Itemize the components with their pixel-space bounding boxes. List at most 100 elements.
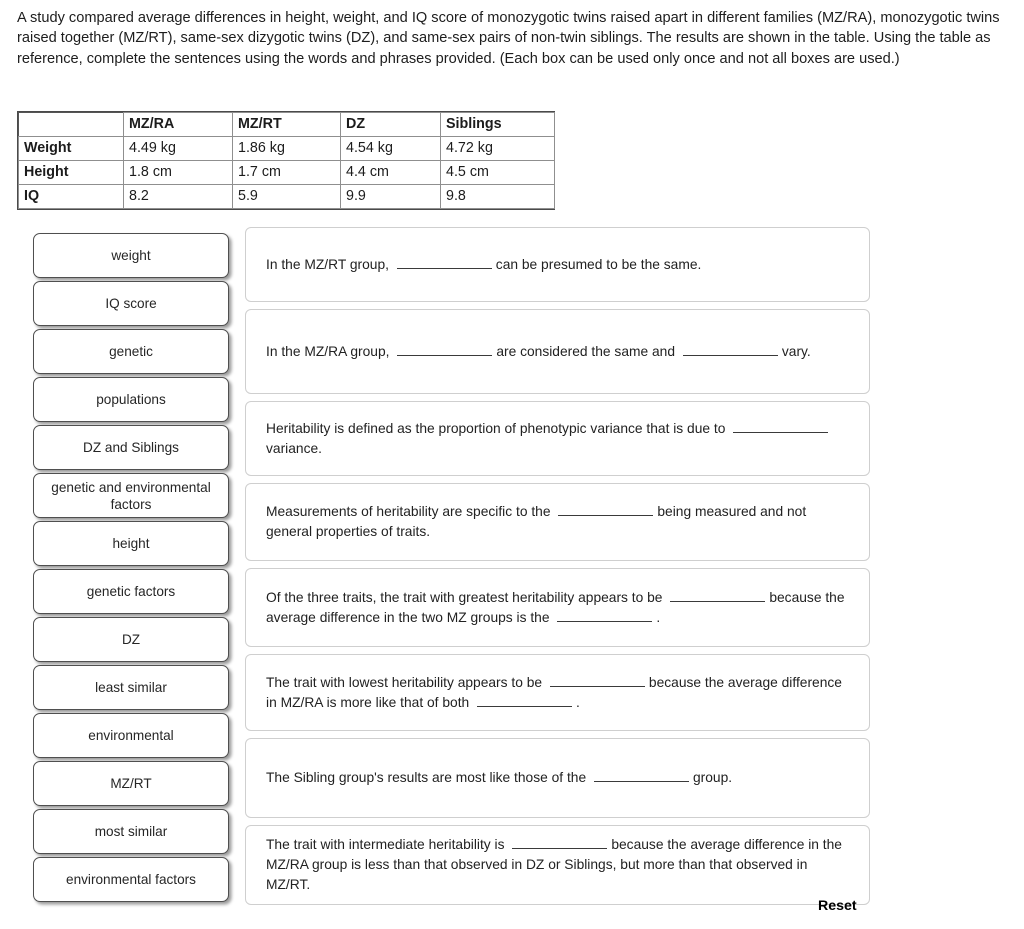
cell-weight-siblings: 4.72 kg	[440, 136, 555, 161]
cell-weight-mzra: 4.49 kg	[123, 136, 233, 161]
cell-weight-dz: 4.54 kg	[340, 136, 441, 161]
word-bank-chip-label: populations	[96, 392, 166, 407]
table-row-label-height: Height	[18, 160, 124, 185]
sentence-text: The trait with intermediate heritability…	[266, 835, 851, 895]
sentence-box[interactable]: The Sibling group's results are most lik…	[245, 738, 870, 818]
word-bank-chip[interactable]: DZ and Siblings	[33, 425, 229, 470]
drop-target-blank[interactable]	[558, 503, 654, 516]
sentence-fragment: Measurements of heritability are specifi…	[266, 504, 551, 519]
sentence-fragment: Heritability is defined as the proportio…	[266, 420, 726, 436]
cell-height-mzra: 1.8 cm	[123, 160, 233, 185]
sentence-text: The trait with lowest heritability appea…	[266, 673, 851, 713]
reset-button[interactable]: Reset	[818, 898, 857, 914]
sentence-text: In the MZ/RA group, are considered the s…	[266, 342, 851, 362]
cell-height-dz: 4.4 cm	[340, 160, 441, 185]
sentence-fragment: The Sibling group's results are most lik…	[266, 770, 587, 785]
table-row-label-iq: IQ	[18, 184, 124, 209]
word-bank-chip-label: genetic factors	[86, 584, 176, 599]
cell-iq-mzrt: 5.9	[232, 184, 341, 209]
word-bank-chip[interactable]: environmental factors	[33, 857, 229, 902]
table-header: MZ/RA MZ/RT DZ Siblings	[18, 112, 555, 137]
word-bank-chip[interactable]: height	[33, 521, 229, 566]
sentence-text: Of the three traits, the trait with grea…	[266, 588, 851, 628]
word-bank-chip-label: MZ/RT	[110, 776, 152, 791]
word-bank-chip-label: height	[112, 536, 150, 551]
sentence-fragment: The trait with lowest heritability appea…	[266, 674, 543, 690]
table-row: Height 1.8 cm 1.7 cm 4.4 cm 4.5 cm	[18, 160, 555, 185]
word-bank-chip[interactable]: environmental	[33, 713, 229, 758]
sentence-box[interactable]: Heritability is defined as the proportio…	[245, 401, 870, 476]
table-row-label-weight: Weight	[18, 136, 124, 161]
word-bank-chip-label: least similar	[95, 680, 167, 695]
table-row: Weight 4.49 kg 1.86 kg 4.54 kg 4.72 kg	[18, 136, 555, 161]
sentence-box[interactable]: The trait with lowest heritability appea…	[245, 654, 870, 731]
sentence-box[interactable]: Measurements of heritability are specifi…	[245, 483, 870, 561]
sentence-text: Measurements of heritability are specifi…	[266, 502, 851, 542]
word-bank-chip-label: most similar	[94, 824, 168, 839]
drop-target-blank[interactable]	[549, 674, 645, 687]
drop-target-blank[interactable]	[733, 420, 829, 433]
sentence-fragment: The trait with intermediate heritability…	[266, 837, 505, 852]
sentence-fragment: .	[576, 694, 580, 710]
sentence-text: In the MZ/RT group, can be presumed to b…	[266, 255, 851, 275]
sentence-fragment: Of the three traits, the trait with grea…	[266, 589, 663, 605]
word-bank-chip-label: genetic	[109, 344, 153, 359]
sentence-box[interactable]: In the MZ/RA group, are considered the s…	[245, 309, 870, 394]
sentence-fragment: In the MZ/RA group,	[266, 343, 390, 359]
word-bank-chip[interactable]: most similar	[33, 809, 229, 854]
cell-weight-mzrt: 1.86 kg	[232, 136, 341, 161]
sentence-fragment: group.	[692, 770, 733, 785]
word-bank-chip[interactable]: genetic factors	[33, 569, 229, 614]
table-corner-cell	[18, 112, 124, 137]
drop-target-blank[interactable]	[593, 769, 689, 782]
cell-iq-siblings: 9.8	[440, 184, 555, 209]
drop-target-blank[interactable]	[512, 836, 608, 849]
cell-height-mzrt: 1.7 cm	[232, 160, 341, 185]
word-bank-chip-label: DZ and Siblings	[83, 440, 179, 455]
table-col-header-siblings: Siblings	[440, 112, 555, 137]
word-bank-chip[interactable]: genetic	[33, 329, 229, 374]
sentence-fragment: are considered the same and	[496, 343, 676, 359]
sentence-fragment: .	[656, 609, 661, 625]
word-bank-chip[interactable]: MZ/RT	[33, 761, 229, 806]
drop-target-blank[interactable]	[396, 256, 492, 269]
table-header-row: MZ/RA MZ/RT DZ Siblings	[18, 112, 555, 137]
drop-target-blank[interactable]	[670, 589, 766, 602]
instructions-paragraph: A study compared average differences in …	[17, 10, 1000, 67]
drop-target-blank[interactable]	[477, 694, 573, 707]
sentence-fragment: vary.	[781, 343, 811, 359]
sentence-text: Heritability is defined as the proportio…	[266, 419, 851, 459]
sentence-fragment: In the MZ/RT group,	[266, 256, 389, 272]
word-bank-chip[interactable]: IQ score	[33, 281, 229, 326]
word-bank-chip[interactable]: populations	[33, 377, 229, 422]
word-bank: weight IQ score genetic populations DZ and S…	[33, 233, 229, 905]
drop-target-blank[interactable]	[397, 343, 493, 356]
table-row: IQ 8.2 5.9 9.9 9.8	[18, 184, 555, 209]
word-bank-chip[interactable]: DZ	[33, 617, 229, 662]
cell-iq-dz: 9.9	[340, 184, 441, 209]
table-col-header-mzra: MZ/RA	[123, 112, 233, 137]
word-bank-chip-label: environmental	[88, 728, 174, 743]
cell-height-siblings: 4.5 cm	[440, 160, 555, 185]
cell-iq-mzra: 8.2	[123, 184, 233, 209]
word-bank-chip-label: IQ score	[105, 296, 157, 311]
drop-target-blank[interactable]	[682, 343, 778, 356]
sentence-box[interactable]: The trait with intermediate heritability…	[245, 825, 870, 905]
table-body: Weight 4.49 kg 1.86 kg 4.54 kg 4.72 kg H…	[18, 136, 555, 209]
word-bank-chip-label: DZ	[121, 632, 141, 647]
word-bank-chip-label: environmental factors	[66, 872, 196, 887]
results-table: MZ/RA MZ/RT DZ Siblings Weight 4.49 kg 1…	[18, 112, 555, 209]
sentence-box[interactable]: Of the three traits, the trait with grea…	[245, 568, 870, 647]
sentence-box[interactable]: In the MZ/RT group, can be presumed to b…	[245, 227, 870, 302]
word-bank-chip[interactable]: weight	[33, 233, 229, 278]
sentence-fragment: can be presumed to be the same.	[495, 256, 702, 272]
word-bank-chip[interactable]: genetic and environmental factors	[33, 473, 229, 518]
results-table-container: MZ/RA MZ/RT DZ Siblings Weight 4.49 kg 1…	[17, 111, 555, 210]
table-col-header-dz: DZ	[340, 112, 441, 137]
sentence-text: The Sibling group's results are most lik…	[266, 768, 851, 788]
sentence-list: In the MZ/RT group, can be presumed to b…	[245, 227, 870, 912]
word-bank-chip-label: genetic and environmental factors	[51, 479, 211, 512]
drop-target-blank[interactable]	[557, 609, 653, 622]
sentence-fragment: variance.	[266, 440, 322, 456]
word-bank-chip[interactable]: least similar	[33, 665, 229, 710]
